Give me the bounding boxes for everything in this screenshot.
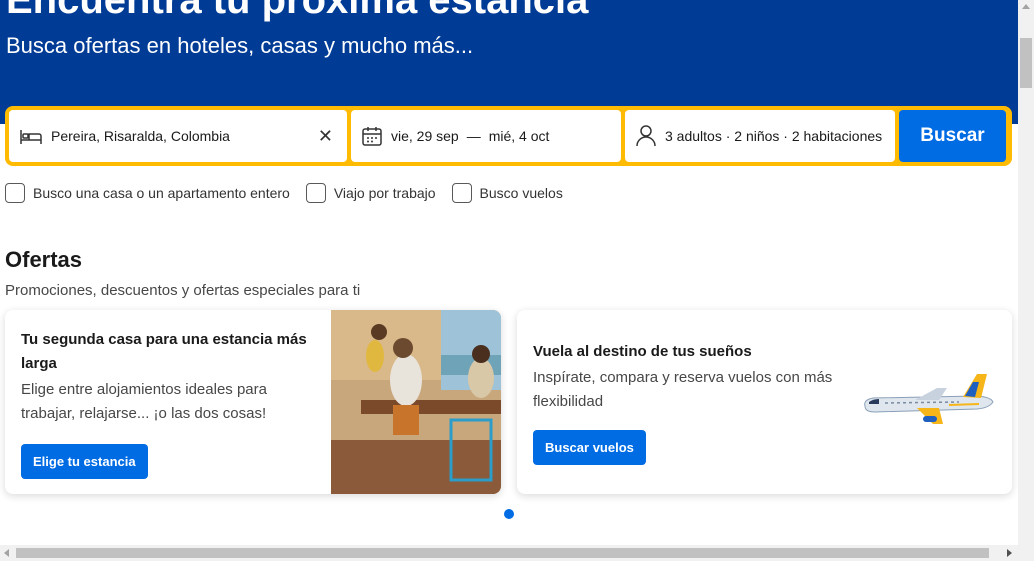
page-title: Encuentra tu próxima estancia (6, 0, 589, 22)
page-subtitle: Busca ofertas en hoteles, casas y mucho … (6, 33, 474, 58)
card-text: Elige entre alojamientos ideales para tr… (21, 381, 267, 422)
card-title: Tu segunda casa para una estancia más la… (21, 331, 307, 372)
filter-whole-home[interactable]: Busco una casa o un apartamento entero (5, 183, 290, 203)
guests-field[interactable]: 3 adultos · 2 niños · 2 habitaciones (625, 110, 895, 162)
filter-label: Busco una casa o un apartamento entero (33, 185, 290, 201)
choose-stay-button[interactable]: Elige tu estancia (21, 444, 148, 479)
filter-label: Viajo por trabajo (333, 185, 436, 201)
filter-flights[interactable]: Busco vuelos (451, 183, 563, 203)
section-subtitle: Promociones, descuentos y ofertas especi… (5, 282, 361, 299)
filter-business-trip[interactable]: Viajo por trabajo (305, 183, 436, 203)
airplane-icon (864, 374, 994, 424)
checkout-date[interactable]: mié, 4 oct (489, 128, 550, 144)
checkbox[interactable] (5, 183, 25, 203)
search-filters: Busco una casa o un apartamento entero V… (5, 183, 563, 203)
section-title: Ofertas (5, 247, 83, 272)
close-icon[interactable]: ✕ (314, 126, 337, 147)
checkin-date[interactable]: vie, 29 sep (391, 128, 459, 144)
card-title: Vuela al destino de tus sueños (533, 343, 752, 360)
card-text: Inspírate, compara y reserva vuelos con … (533, 369, 833, 410)
search-button[interactable]: Buscar (899, 110, 1006, 162)
calendar-icon (361, 125, 383, 147)
scroll-up-icon[interactable] (1022, 4, 1030, 9)
checkbox[interactable] (305, 183, 326, 203)
scroll-right-icon[interactable] (1007, 549, 1012, 557)
horizontal-scrollbar[interactable] (0, 545, 1034, 561)
filter-label: Busco vuelos (479, 185, 563, 201)
search-flights-button[interactable]: Buscar vuelos (533, 430, 646, 465)
checkbox[interactable] (451, 183, 472, 203)
card-content: Tu segunda casa para una estancia más la… (21, 328, 321, 479)
search-bar: Pereira, Risaralda, Colombia ✕ vie, 29 s… (5, 106, 1012, 166)
carousel-indicator[interactable] (504, 509, 514, 519)
offer-card-long-stay[interactable]: Tu segunda casa para una estancia más la… (5, 310, 501, 494)
card-content: Vuela al destino de tus sueños Inspírate… (533, 340, 833, 465)
guests-value[interactable]: 3 adultos · 2 niños · 2 habitaciones (665, 128, 885, 144)
destination-field[interactable]: Pereira, Risaralda, Colombia ✕ (9, 110, 347, 162)
vertical-scrollbar[interactable] (1018, 0, 1034, 545)
people-working-photo (331, 310, 501, 494)
scrollbar-thumb[interactable] (1020, 38, 1032, 88)
destination-input[interactable]: Pereira, Risaralda, Colombia (51, 128, 314, 144)
offer-card-flights[interactable]: Vuela al destino de tus sueños Inspírate… (517, 310, 1012, 494)
date-field[interactable]: vie, 29 sep — mié, 4 oct (351, 110, 621, 162)
bed-icon (19, 126, 43, 146)
scroll-left-icon[interactable] (4, 549, 9, 557)
date-separator: — (466, 128, 481, 144)
scrollbar-thumb[interactable] (16, 548, 989, 558)
person-icon (635, 124, 657, 148)
